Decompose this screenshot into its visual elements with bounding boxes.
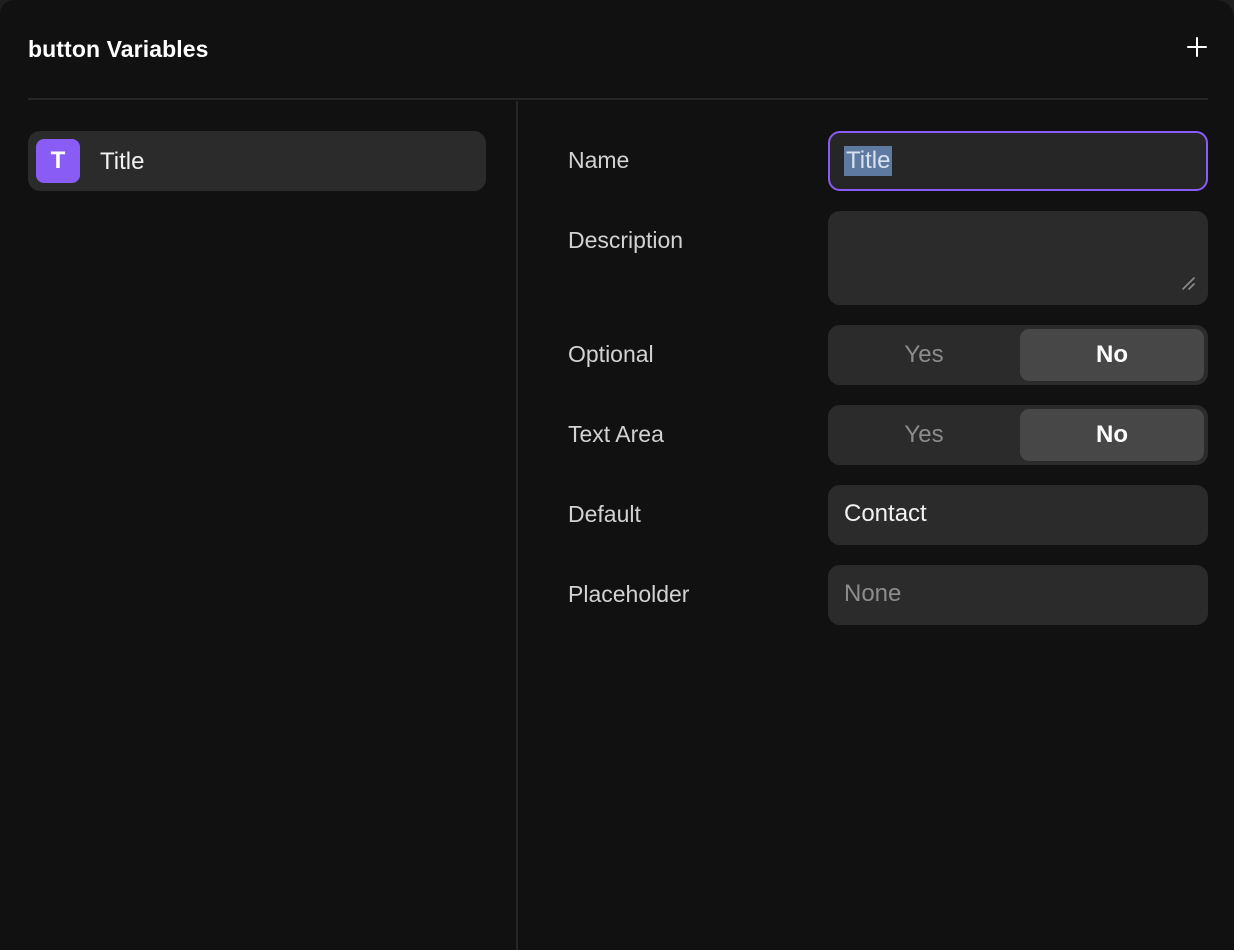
variable-label: Title (100, 148, 145, 175)
name-input[interactable]: Title (828, 131, 1208, 191)
placeholder-input[interactable]: None (828, 565, 1208, 625)
name-label: Name (568, 147, 630, 173)
description-label: Description (568, 227, 684, 253)
optional-label: Optional (568, 341, 654, 367)
text-area-no-option[interactable]: No (1020, 409, 1204, 461)
description-textarea[interactable] (828, 211, 1208, 305)
default-input[interactable]: Contact (828, 485, 1208, 545)
panel-title: button Variables (28, 36, 209, 62)
panel-header: button Variables (28, 0, 1208, 100)
text-area-toggle: Yes No (828, 405, 1208, 465)
column-divider (516, 101, 518, 950)
optional-no-option[interactable]: No (1020, 329, 1204, 381)
default-label: Default (568, 501, 641, 527)
text-area-label: Text Area (568, 421, 664, 447)
placeholder-label: Placeholder (568, 581, 690, 607)
name-input-value: Title (844, 146, 893, 176)
optional-yes-option[interactable]: Yes (832, 329, 1016, 381)
text-type-icon: T (36, 139, 80, 183)
variable-list-item[interactable]: T Title (28, 131, 486, 191)
variables-panel: button Variables T Title Name Title Desc… (0, 0, 1234, 950)
placeholder-input-placeholder: None (844, 580, 902, 607)
optional-toggle: Yes No (828, 325, 1208, 385)
default-input-value: Contact (844, 500, 927, 527)
text-area-yes-option[interactable]: Yes (832, 409, 1016, 461)
add-variable-button[interactable] (1186, 36, 1208, 58)
resize-handle-icon[interactable] (1180, 275, 1196, 291)
